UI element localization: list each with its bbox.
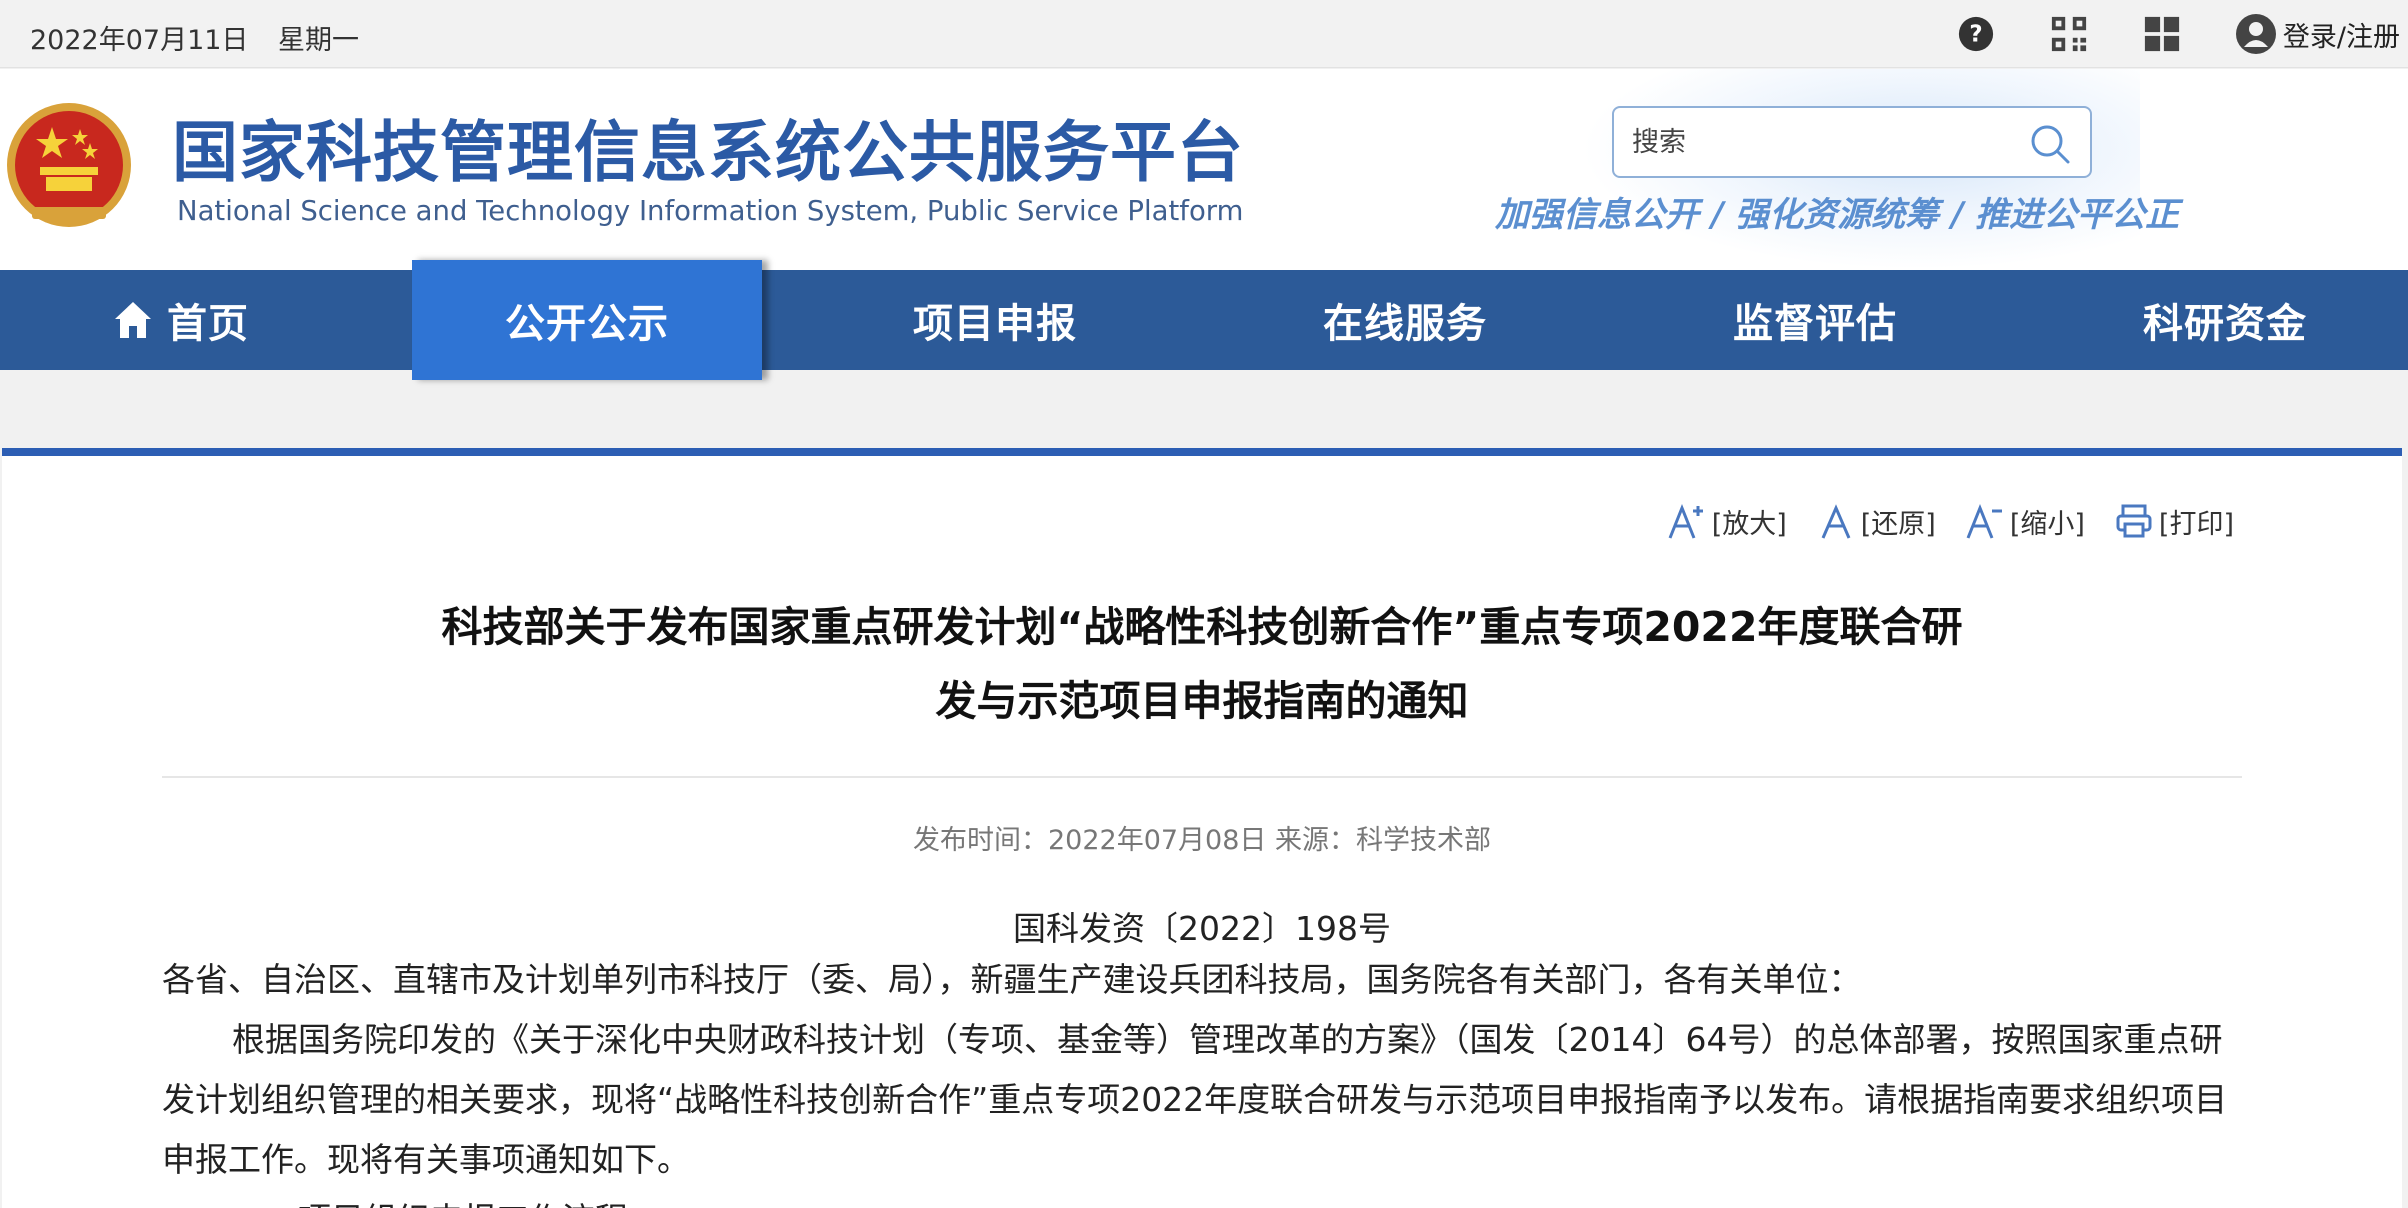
home-icon xyxy=(115,302,151,338)
enlarge-font-button[interactable]: [放大] xyxy=(1666,500,1787,542)
body-paragraph: 根据国务院印发的《关于深化中央财政科技计划（专项、基金等）管理改革的方案》（国发… xyxy=(162,1020,2228,1179)
qrcode-icon[interactable] xyxy=(2049,14,2089,54)
nav-item-supervision-evaluation[interactable]: 监督评估 xyxy=(1640,270,1990,370)
shrink-font-label: [缩小] xyxy=(2009,508,2085,540)
article-panel: [放大] [还原] [缩小] [打印] 科技部关于发布国家重点研发计划“战略性科 xyxy=(2,448,2402,1208)
nav-item-online-service[interactable]: 在线服务 xyxy=(1230,270,1580,370)
nav-item-project-application[interactable]: 项目申报 xyxy=(820,270,1170,370)
restore-font-button[interactable]: [还原] xyxy=(1815,500,1936,542)
article-meta: 发布时间：2022年07月08日 来源：科学技术部 xyxy=(912,825,1491,856)
current-date: 2022年07月11日 xyxy=(30,25,249,56)
search-icon[interactable] xyxy=(2028,122,2072,166)
enlarge-font-label: [放大] xyxy=(1711,508,1787,540)
top-utility-bar: 2022年07月11日 星期一 ? 登录/注册 xyxy=(0,0,2408,68)
current-weekday: 星期一 xyxy=(278,25,359,56)
restore-font-label: [还原] xyxy=(1860,508,1936,540)
section-heading: 一、项目组织申报工作流程 xyxy=(162,1190,2242,1208)
utility-tools: ? 登录/注册 xyxy=(1956,0,2408,68)
help-icon[interactable]: ? xyxy=(1956,14,1996,54)
national-emblem-icon[interactable] xyxy=(2,97,136,237)
site-title[interactable]: 国家科技管理信息系统公共服务平台 xyxy=(172,99,1244,195)
site-subtitle: National Science and Technology Informat… xyxy=(177,195,1244,227)
main-navigation: 首页 公开公示 项目申报 在线服务 监督评估 科研资金 xyxy=(0,260,2408,380)
nav-item-label: 监督评估 xyxy=(1733,301,1897,347)
nav-item-label: 公开公示 xyxy=(505,301,669,347)
article-title-line: 发与示范项目申报指南的通知 xyxy=(935,677,1469,725)
user-avatar-icon xyxy=(2235,14,2276,54)
search-input[interactable] xyxy=(1632,122,2012,162)
article-body: 各省、自治区、直辖市及计划单列市科技厅（委、局），新疆生产建设兵团科技局，国务院… xyxy=(162,950,2242,1208)
addressee-paragraph: 各省、自治区、直辖市及计划单列市科技厅（委、局），新疆生产建设兵团科技局，国务院… xyxy=(162,960,1862,999)
nav-item-label: 首页 xyxy=(167,301,249,347)
nav-item-label: 在线服务 xyxy=(1323,301,1487,347)
font-size-tools: [放大] [还原] [缩小] [打印] xyxy=(1638,500,2234,542)
article-title: 科技部关于发布国家重点研发计划“战略性科技创新合作”重点专项2022年度联合研 … xyxy=(162,590,2242,738)
site-slogan: 加强信息公开 / 强化资源统筹 / 推进公平公正 xyxy=(1495,195,2180,235)
login-register-link[interactable]: 登录/注册 xyxy=(2235,13,2400,55)
font-shrink-icon xyxy=(1966,503,2002,539)
search-box xyxy=(1612,106,2092,178)
apps-grid-icon[interactable] xyxy=(2142,14,2182,54)
shrink-font-button[interactable]: [缩小] xyxy=(1964,500,2085,542)
svg-text:?: ? xyxy=(1969,22,1982,48)
article-title-line: 科技部关于发布国家重点研发计划“战略性科技创新合作”重点专项2022年度联合研 xyxy=(441,603,1963,651)
title-divider xyxy=(162,776,2242,778)
print-label: [打印] xyxy=(2158,508,2234,540)
printer-icon xyxy=(2116,504,2152,538)
nav-item-label: 项目申报 xyxy=(913,301,1077,347)
nav-item-label: 科研资金 xyxy=(2143,301,2307,347)
nav-item-research-funding[interactable]: 科研资金 xyxy=(2050,270,2400,370)
font-restore-icon xyxy=(1821,504,1851,539)
font-enlarge-icon xyxy=(1668,503,1703,539)
document-number: 国科发资〔2022〕198号 xyxy=(1013,909,1391,948)
nav-item-public-notice[interactable]: 公开公示 xyxy=(412,260,762,380)
nav-item-home[interactable]: 首页 xyxy=(100,270,260,370)
login-register-label: 登录/注册 xyxy=(2282,21,2400,53)
site-header: 国家科技管理信息系统公共服务平台 National Science and Te… xyxy=(0,69,2408,270)
print-button[interactable]: [打印] xyxy=(2113,500,2234,542)
